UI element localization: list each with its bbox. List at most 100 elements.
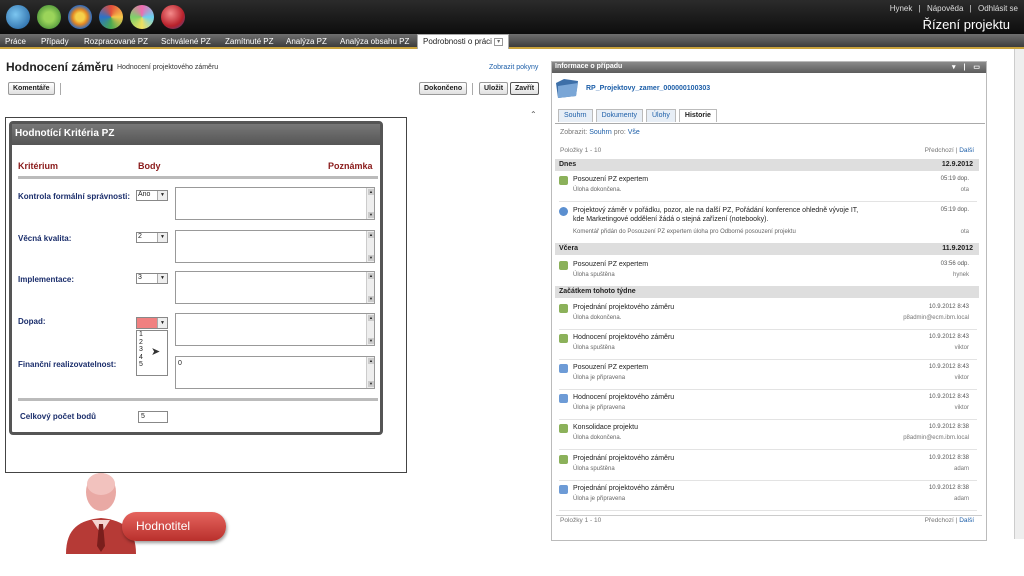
history-item-time: 10.9.2012 8:43 [928,304,969,310]
scroll-up-icon[interactable]: ▲ [368,232,374,238]
history-item-status: Úloha je připravena [573,496,626,502]
page-subtitle: Hodnocení projektového záměru [117,64,219,71]
group-date: 11.9.2012 [942,245,973,252]
circle-logo-icon[interactable] [68,5,92,29]
quality-note[interactable]: ▲ ▼ [175,230,375,263]
dropdown-option[interactable]: 5 [139,361,167,369]
user-link[interactable]: Hynek [890,4,913,13]
help-link[interactable]: Nápověda [927,4,963,13]
financial-note[interactable]: 0 ▲ ▼ [175,356,375,389]
impact-select[interactable]: ▼ [136,317,168,329]
close-button[interactable]: Zavřít [510,82,540,95]
separator: | [955,147,958,154]
window-controls-icon[interactable]: ▾ | ▭ [952,63,983,71]
done-button[interactable]: Dokončeno [419,82,468,95]
scroll-up-icon[interactable]: ▲ [368,273,374,279]
divider [559,449,977,450]
tab-tasks[interactable]: Úlohy [645,109,676,122]
total-points-field[interactable]: 5 [138,411,168,423]
prev-link[interactable]: Předchozí [925,147,954,154]
next-link[interactable]: Další [959,147,974,154]
history-item-title: Projektový záměr v pořádku, pozor, ale n… [573,207,859,223]
history-item-status: Komentář přidán do Posouzení PZ expertem… [573,229,796,235]
formal-check-note[interactable]: ▲ ▼ [175,187,375,220]
nav-zamitnute[interactable]: Zamítnuté PZ [225,37,273,46]
scrollbar[interactable]: ▲ ▼ [366,231,374,262]
chevron-down-icon[interactable]: ▾ [494,37,504,46]
impact-note[interactable]: ▲ ▼ [175,313,375,346]
history-item[interactable]: Projednání projektového záměru Úloha je … [559,483,977,511]
nav-pripady[interactable]: Případy [41,37,69,46]
history-item[interactable]: Hodnocení projektového záměru Úloha je p… [559,392,977,420]
save-button[interactable]: Uložit [479,82,509,95]
divider [559,359,977,360]
implementation-note[interactable]: ▲ ▼ [175,271,375,304]
pager-bottom: Předchozí | Další [925,517,974,524]
leaf-logo-icon[interactable] [37,5,61,29]
history-item[interactable]: Hodnocení projektového záměru Úloha spuš… [559,332,977,360]
quality-select[interactable]: 2 ▼ [136,232,168,243]
history-item[interactable]: Posouzení PZ expertem Úloha je připraven… [559,362,977,390]
tab-summary[interactable]: Souhrn [558,109,593,122]
divider [556,515,982,516]
scrollbar[interactable]: ▲ ▼ [366,188,374,219]
prev-link[interactable]: Předchozí [925,517,954,524]
history-item[interactable]: Projednání projektového záměru Úloha spu… [559,453,977,481]
scrollbar[interactable]: ▲ ▼ [366,314,374,345]
history-item-status: Úloha spuštěna [573,345,615,351]
scroll-up-icon[interactable]: ▲ [368,358,374,364]
scroll-down-icon[interactable]: ▼ [368,296,374,302]
puzzle-logo-icon[interactable] [99,5,123,29]
nav-schvalene[interactable]: Schválené PZ [161,37,211,46]
tab-history[interactable]: Historie [678,109,717,122]
globe-logo-icon[interactable] [6,5,30,29]
history-item-title: Projednání projektového záměru [573,485,675,492]
scroll-down-icon[interactable]: ▼ [368,381,374,387]
tab-work-details[interactable]: Podrobnosti o práci ▾ [417,34,510,49]
task-icon [559,334,568,343]
nav-prace[interactable]: Práce [5,37,26,46]
scroll-up-icon[interactable]: ▲ [368,315,374,321]
nav-rozpracovane[interactable]: Rozpracované PZ [84,37,148,46]
history-item[interactable]: Projektový záměr v pořádku, pozor, ale n… [559,205,977,240]
pager-top: Předchozí | Další [925,147,974,154]
scroll-down-icon[interactable]: ▼ [368,338,374,344]
nav-analyza-obsahu[interactable]: Analýza obsahu PZ [340,37,409,46]
tab-divider [555,123,985,124]
comments-button[interactable]: Komentáře [8,82,55,95]
ball-logo-icon[interactable] [161,5,185,29]
scrollbar[interactable]: ▲ ▼ [366,272,374,303]
scroll-down-icon[interactable]: ▼ [368,255,374,261]
divider [559,201,977,202]
collapse-caret-icon[interactable]: ⌃ [530,110,537,119]
history-item[interactable]: Posouzení PZ expertem Úloha spuštěna 03:… [559,259,977,287]
tab-documents[interactable]: Dokumenty [595,109,643,122]
scroll-down-icon[interactable]: ▼ [368,212,374,218]
history-item[interactable]: Posouzení PZ expertem Úloha dokončena. 0… [559,174,977,202]
impact-label: Dopad: [18,317,46,326]
show-filter-link[interactable]: Souhrn [589,129,612,136]
for-filter-link[interactable]: Vše [628,129,640,136]
history-item[interactable]: Konsolidace projektu Úloha dokončena. 10… [559,422,977,450]
scroll-up-icon[interactable]: ▲ [368,189,374,195]
select-value: Ano [138,191,151,198]
page-scrollbar[interactable] [1014,49,1024,539]
scrollbar[interactable]: ▲ ▼ [366,357,374,388]
nav-analyza[interactable]: Analýza PZ [286,37,327,46]
case-name-link[interactable]: RP_Projektovy_zamer_000000100303 [586,85,710,92]
history-item-time: 10.9.2012 8:38 [928,485,969,491]
divider [472,83,473,95]
dropdown-option[interactable]: 1 [139,331,167,339]
chevron-down-icon: ▼ [157,191,167,200]
note-text: 0 [178,360,182,367]
logout-link[interactable]: Odhlásit se [978,4,1018,13]
implementation-select[interactable]: 3 ▼ [136,273,168,284]
history-item-title: Projednání projektového záměru [573,304,675,311]
show-instructions-link[interactable]: Zobrazit pokyny [489,64,538,71]
formal-check-select[interactable]: Ano ▼ [136,190,168,201]
role-badge: Hodnotitel [122,512,226,541]
star-logo-icon[interactable] [130,5,154,29]
next-link[interactable]: Další [959,517,974,524]
divider [559,419,977,420]
history-item[interactable]: Projednání projektového záměru Úloha dok… [559,302,977,330]
